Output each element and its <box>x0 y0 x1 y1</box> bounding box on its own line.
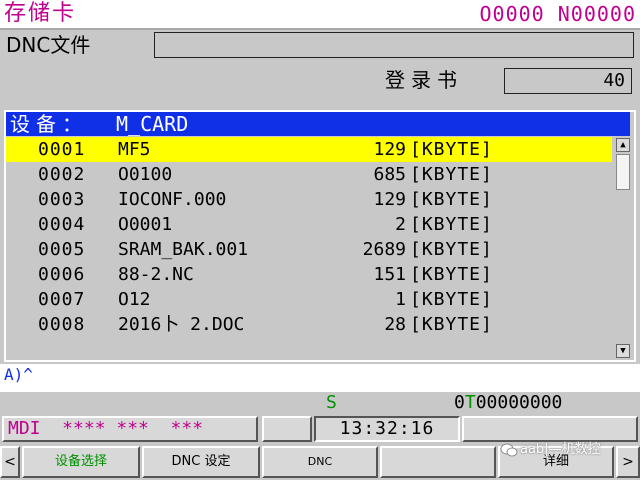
file-size: 2 <box>395 214 406 235</box>
key-input-buffer: A)^ <box>4 365 33 384</box>
screen-title: 存储卡 <box>4 1 77 26</box>
spindle-label: S <box>326 392 337 413</box>
file-name: MF5 <box>118 139 151 160</box>
file-name: O0001 <box>118 214 173 235</box>
file-size: 151 <box>373 264 406 285</box>
file-number: 0004 <box>38 214 86 235</box>
softkey-device-select[interactable]: 设备选择 <box>22 446 140 478</box>
file-number: 0002 <box>38 164 86 185</box>
file-row[interactable]: 0007 O12 1 [KBYTE] <box>6 287 612 312</box>
mode-status: MDI **** *** *** <box>2 416 258 442</box>
file-size: 129 <box>373 189 406 210</box>
file-row[interactable]: 0002 O0100 685 [KBYTE] <box>6 162 612 187</box>
status-blank-1 <box>262 416 312 442</box>
registered-count-value: 40 <box>504 68 632 94</box>
file-size-unit: [KBYTE] <box>410 189 493 210</box>
status-blank-2 <box>462 416 638 442</box>
device-label: 设备： <box>10 112 88 136</box>
file-size-unit: [KBYTE] <box>410 139 493 160</box>
file-name: O12 <box>118 289 151 310</box>
tool-label: T <box>464 392 476 413</box>
softkey-blank[interactable] <box>380 446 496 478</box>
file-row[interactable]: 0003 IOCONF.000 129 [KBYTE] <box>6 187 612 212</box>
clock: 13:32:16 <box>314 416 460 442</box>
file-name: 2016卜 2.DOC <box>118 314 245 335</box>
file-size-unit: [KBYTE] <box>410 214 493 235</box>
tool-value: 00000000 <box>475 392 563 413</box>
file-size-unit: [KBYTE] <box>410 314 493 335</box>
file-number: 0008 <box>38 314 86 335</box>
file-size-unit: [KBYTE] <box>410 239 493 260</box>
file-name: IOCONF.000 <box>118 189 227 210</box>
spindle-tool-readout: 0T00000000 <box>454 392 562 414</box>
watermark-text: aab|—机数控 <box>520 442 601 457</box>
file-name: O0100 <box>118 164 173 185</box>
program-number: O0000 N00000 <box>479 2 636 26</box>
file-size: 2689 <box>362 239 406 260</box>
device-value: M_CARD <box>116 112 189 136</box>
softkey-dnc[interactable]: DNC <box>262 446 378 478</box>
file-number: 0007 <box>38 289 86 310</box>
registered-count-label: 登录书 <box>385 68 463 92</box>
file-row[interactable]: 0006 88-2.NC 151 [KBYTE] <box>6 262 612 287</box>
file-size: 685 <box>373 164 406 185</box>
file-size-unit: [KBYTE] <box>410 264 493 285</box>
triangle-up-icon[interactable]: ▲ <box>616 138 630 152</box>
softkey-prev[interactable]: < <box>0 446 20 478</box>
spindle-value: 0 <box>454 392 465 413</box>
file-number: 0005 <box>38 239 86 260</box>
softkey-dnc-setting[interactable]: DNC 设定 <box>142 446 260 478</box>
file-row[interactable]: 0008 2016卜 2.DOC 28 [KBYTE] <box>6 312 612 337</box>
file-size-unit: [KBYTE] <box>410 164 493 185</box>
file-row[interactable]: 0004 O0001 2 [KBYTE] <box>6 212 612 237</box>
scrollbar-thumb[interactable] <box>616 154 630 190</box>
file-number: 0006 <box>38 264 86 285</box>
file-name: SRAM_BAK.001 <box>118 239 249 260</box>
softkey-next[interactable]: > <box>616 446 640 478</box>
file-size: 28 <box>384 314 406 335</box>
file-size: 1 <box>395 289 406 310</box>
file-row[interactable]: 0005 SRAM_BAK.001 2689 [KBYTE] <box>6 237 612 262</box>
device-header: 设备： M_CARD <box>6 112 630 136</box>
file-row[interactable]: 0001 MF5 129 [KBYTE] <box>6 137 612 162</box>
file-size: 129 <box>373 139 406 160</box>
triangle-down-icon[interactable]: ▼ <box>616 344 630 358</box>
file-number: 0001 <box>38 139 86 160</box>
file-number: 0003 <box>38 189 86 210</box>
file-name: 88-2.NC <box>118 264 194 285</box>
dnc-file-label: DNC文件 <box>6 33 91 57</box>
file-size-unit: [KBYTE] <box>410 289 493 310</box>
chat-bubble-icon <box>500 443 518 457</box>
dnc-file-field[interactable] <box>154 32 634 58</box>
